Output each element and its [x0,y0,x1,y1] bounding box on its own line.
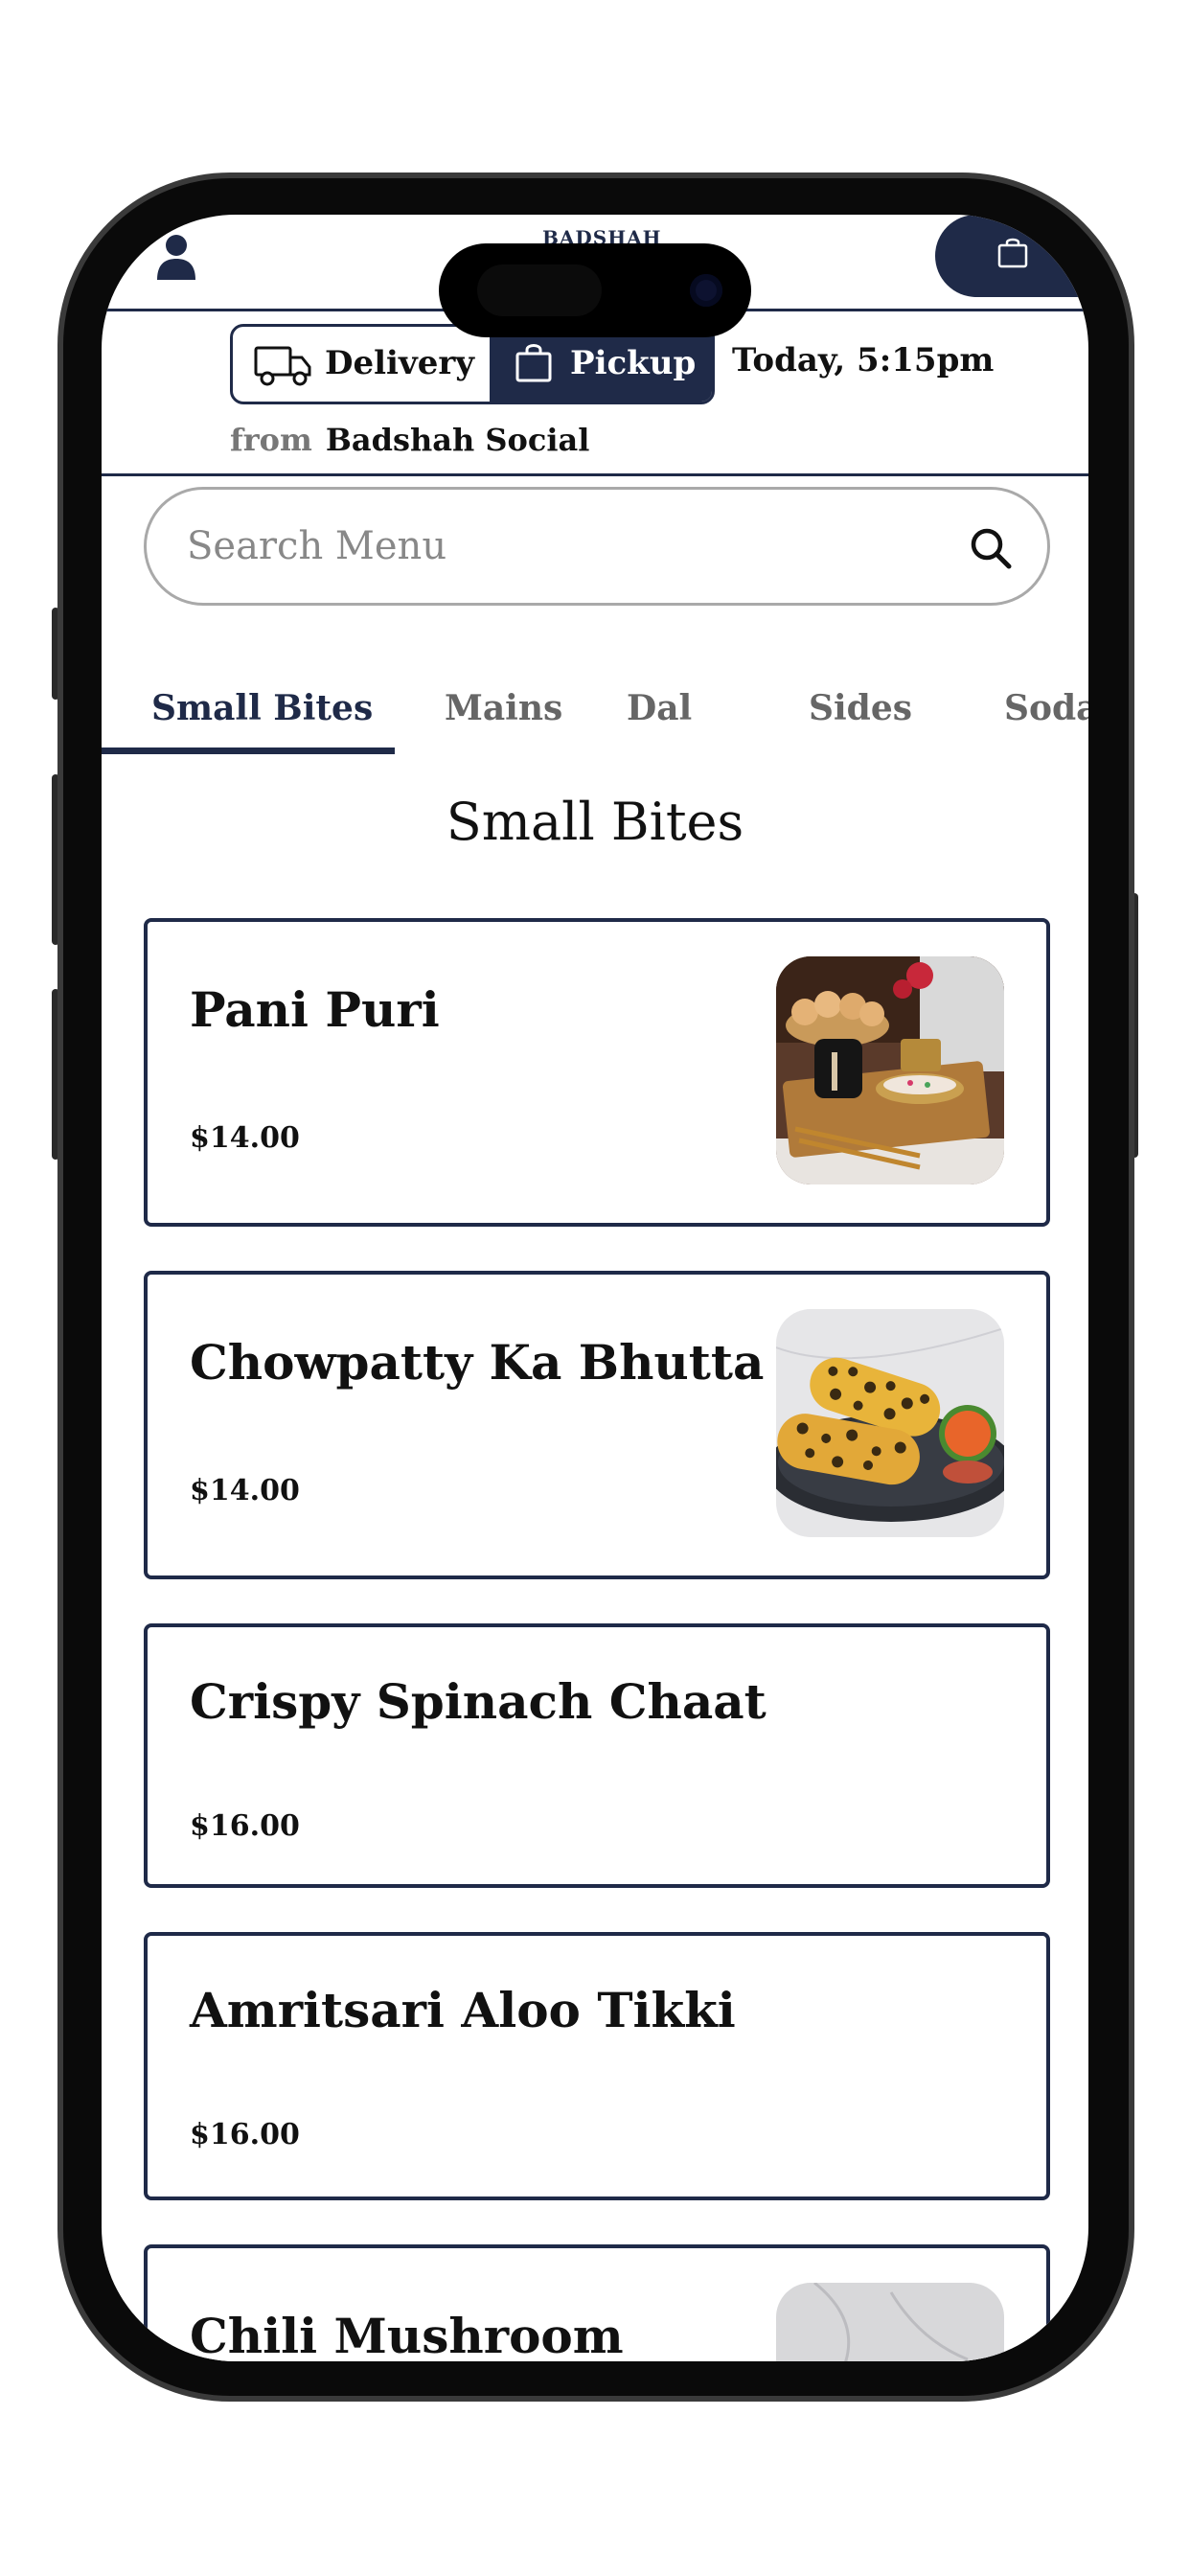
front-camera [690,274,722,307]
menu-item-card[interactable]: Amritsari Aloo Tikki $16.00 [144,1932,1050,2200]
item-name: Crispy Spinach Chaat [190,1673,767,1730]
tab-dal[interactable]: Dal [627,688,692,728]
tab-mains[interactable]: Mains [445,688,562,728]
search-input[interactable] [185,517,936,576]
category-tabs: Small Bites Mains Dal Sides Soda [102,665,1088,761]
search-bar [144,487,1050,606]
island-sensor [477,264,602,316]
user-account-icon[interactable] [155,232,197,282]
location-name: Badshah Social [325,422,590,458]
chili-mushroom-photo [776,2283,1004,2361]
from-label: from [230,422,312,458]
shopping-bag-icon [997,238,1028,268]
item-name: Chowpatty Ka Bhutta [190,1334,765,1391]
search-icon[interactable] [969,526,1013,570]
item-price: $16.00 [190,2118,300,2151]
header-divider [102,473,1088,476]
menu-item-card[interactable]: Crispy Spinach Chaat $16.00 [144,1623,1050,1888]
pani-puri-photo [776,956,1004,1184]
item-name: Amritsari Aloo Tikki [190,1982,736,2038]
delivery-option[interactable]: Delivery [233,327,490,402]
grilled-corn-photo [776,1309,1004,1537]
delivery-label: Delivery [325,344,475,382]
item-price: $14.00 [190,1474,300,1507]
dynamic-island [439,243,751,337]
pickup-time[interactable]: Today, 5:15pm [732,341,994,380]
active-tab-indicator [102,748,395,754]
item-name: Chili Mushroom [190,2308,624,2361]
pickup-bag-icon [515,344,552,382]
pickup-option[interactable]: Pickup [490,327,712,402]
menu-item-card[interactable]: Chowpatty Ka Bhutta $14.00 [144,1271,1050,1579]
item-price: $16.00 [190,1809,300,1843]
section-title: Small Bites [446,792,744,852]
tab-soda[interactable]: Soda [1004,688,1088,728]
location-row[interactable]: from Badshah Social [230,422,589,458]
tab-small-bites[interactable]: Small Bites [151,688,373,728]
app-screen: BADSHAH Delivery Pickup Today, 5:15pm fr… [102,215,1088,2361]
menu-item-card[interactable]: Chili Mushroom [144,2244,1050,2361]
item-price: $14.00 [190,1121,300,1155]
menu-item-card[interactable]: Pani Puri $14.00 [144,918,1050,1227]
cart-button[interactable] [935,215,1088,297]
tab-sides[interactable]: Sides [809,688,912,728]
pickup-label: Pickup [570,344,697,382]
delivery-truck-icon [254,346,311,386]
item-name: Pani Puri [190,981,440,1038]
